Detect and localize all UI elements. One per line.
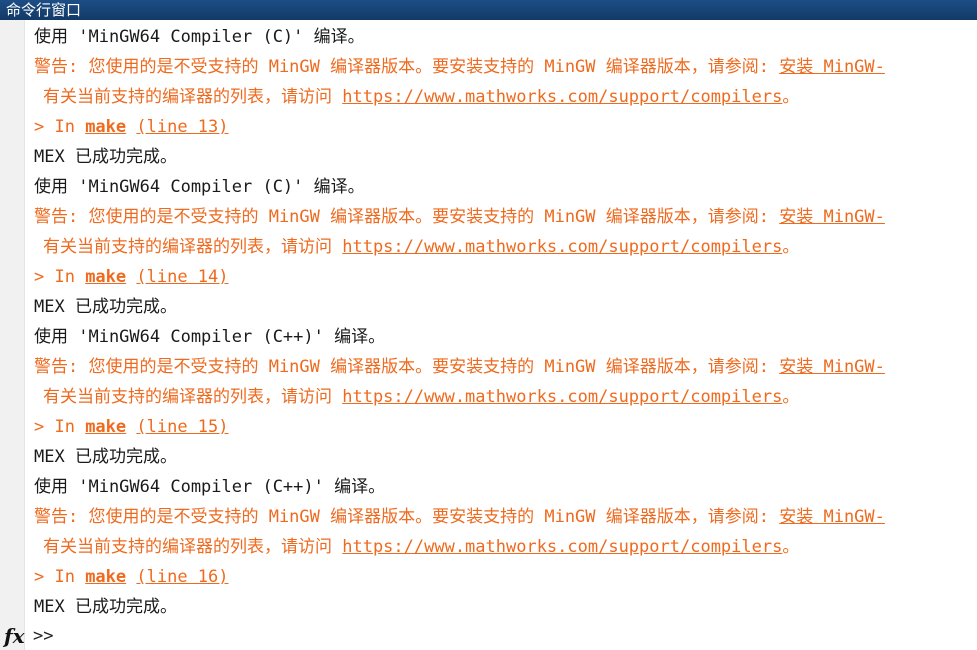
warning-line: 警告: 您使用的是不受支持的 MinGW 编译器版本。要安装支持的 MinGW … xyxy=(34,202,977,232)
compile-line: 使用 'MinGW64 Compiler (C)' 编译。 xyxy=(34,177,365,197)
warning-text: 警告: 您使用的是不受支持的 MinGW 编译器版本。要安装支持的 MinGW … xyxy=(34,357,780,377)
compiler-list-line: 有关当前支持的编译器的列表，请访问 https://www.mathworks.… xyxy=(43,237,800,257)
warning-text: 警告: 您使用的是不受支持的 MinGW 编译器版本。要安装支持的 MinGW … xyxy=(34,57,780,77)
window-title: 命令行窗口 xyxy=(6,1,82,19)
compilers-url-link[interactable]: https://www.mathworks.com/support/compil… xyxy=(342,387,782,407)
compilers-url-link[interactable]: https://www.mathworks.com/support/compil… xyxy=(342,237,782,257)
stack-trace-line: > In make (line 13) xyxy=(34,117,229,137)
make-function-link[interactable]: make xyxy=(85,117,126,137)
mex-success-line: MEX 已成功完成。 xyxy=(34,297,177,317)
command-prompt[interactable]: >> xyxy=(33,622,53,650)
make-function-link[interactable]: make xyxy=(85,267,126,287)
compile-line: 使用 'MinGW64 Compiler (C++)' 编译。 xyxy=(34,477,386,497)
stack-trace-line: > In make (line 16) xyxy=(34,567,229,587)
compiler-list-line: 有关当前支持的编译器的列表，请访问 https://www.mathworks.… xyxy=(43,537,800,557)
make-function-link[interactable]: make xyxy=(85,417,126,437)
install-mingw-link[interactable]: 安装 MinGW- xyxy=(779,357,885,377)
compilers-url-link[interactable]: https://www.mathworks.com/support/compil… xyxy=(342,87,782,107)
mex-success-line: MEX 已成功完成。 xyxy=(34,147,177,167)
compile-line: 使用 'MinGW64 Compiler (C)' 编译。 xyxy=(34,27,365,47)
mex-success-line: MEX 已成功完成。 xyxy=(34,447,177,467)
warning-line: 警告: 您使用的是不受支持的 MinGW 编译器版本。要安装支持的 MinGW … xyxy=(34,52,977,82)
install-mingw-link[interactable]: 安装 MinGW- xyxy=(779,57,885,77)
compilers-url-link[interactable]: https://www.mathworks.com/support/compil… xyxy=(342,537,782,557)
warning-text: 警告: 您使用的是不受支持的 MinGW 编译器版本。要安装支持的 MinGW … xyxy=(34,207,780,227)
stack-trace-line: > In make (line 14) xyxy=(34,267,229,287)
mex-success-line: MEX 已成功完成。 xyxy=(34,597,177,617)
compiler-list-line: 有关当前支持的编译器的列表，请访问 https://www.mathworks.… xyxy=(43,387,800,407)
make-function-link[interactable]: make xyxy=(85,567,126,587)
stack-trace-line: > In make (line 15) xyxy=(34,417,229,437)
fx-icon[interactable]: fx xyxy=(4,622,26,650)
command-prompt-row[interactable]: fx >> xyxy=(0,622,977,650)
compile-line: 使用 'MinGW64 Compiler (C++)' 编译。 xyxy=(34,327,386,347)
install-mingw-link[interactable]: 安装 MinGW- xyxy=(779,207,885,227)
line-number-link[interactable]: (line 16) xyxy=(136,567,228,587)
line-number-link[interactable]: (line 13) xyxy=(136,117,228,137)
warning-line: 警告: 您使用的是不受支持的 MinGW 编译器版本。要安装支持的 MinGW … xyxy=(34,352,977,382)
warning-text: 警告: 您使用的是不受支持的 MinGW 编译器版本。要安装支持的 MinGW … xyxy=(34,507,780,527)
left-gutter xyxy=(0,20,25,650)
install-mingw-link[interactable]: 安装 MinGW- xyxy=(779,507,885,527)
command-output[interactable]: 使用 'MinGW64 Compiler (C)' 编译。 警告: 您使用的是不… xyxy=(34,22,977,624)
window-title-bar: 命令行窗口 xyxy=(0,0,977,20)
line-number-link[interactable]: (line 14) xyxy=(136,267,228,287)
line-number-link[interactable]: (line 15) xyxy=(136,417,228,437)
warning-line: 警告: 您使用的是不受支持的 MinGW 编译器版本。要安装支持的 MinGW … xyxy=(34,502,977,532)
compiler-list-line: 有关当前支持的编译器的列表，请访问 https://www.mathworks.… xyxy=(43,87,800,107)
